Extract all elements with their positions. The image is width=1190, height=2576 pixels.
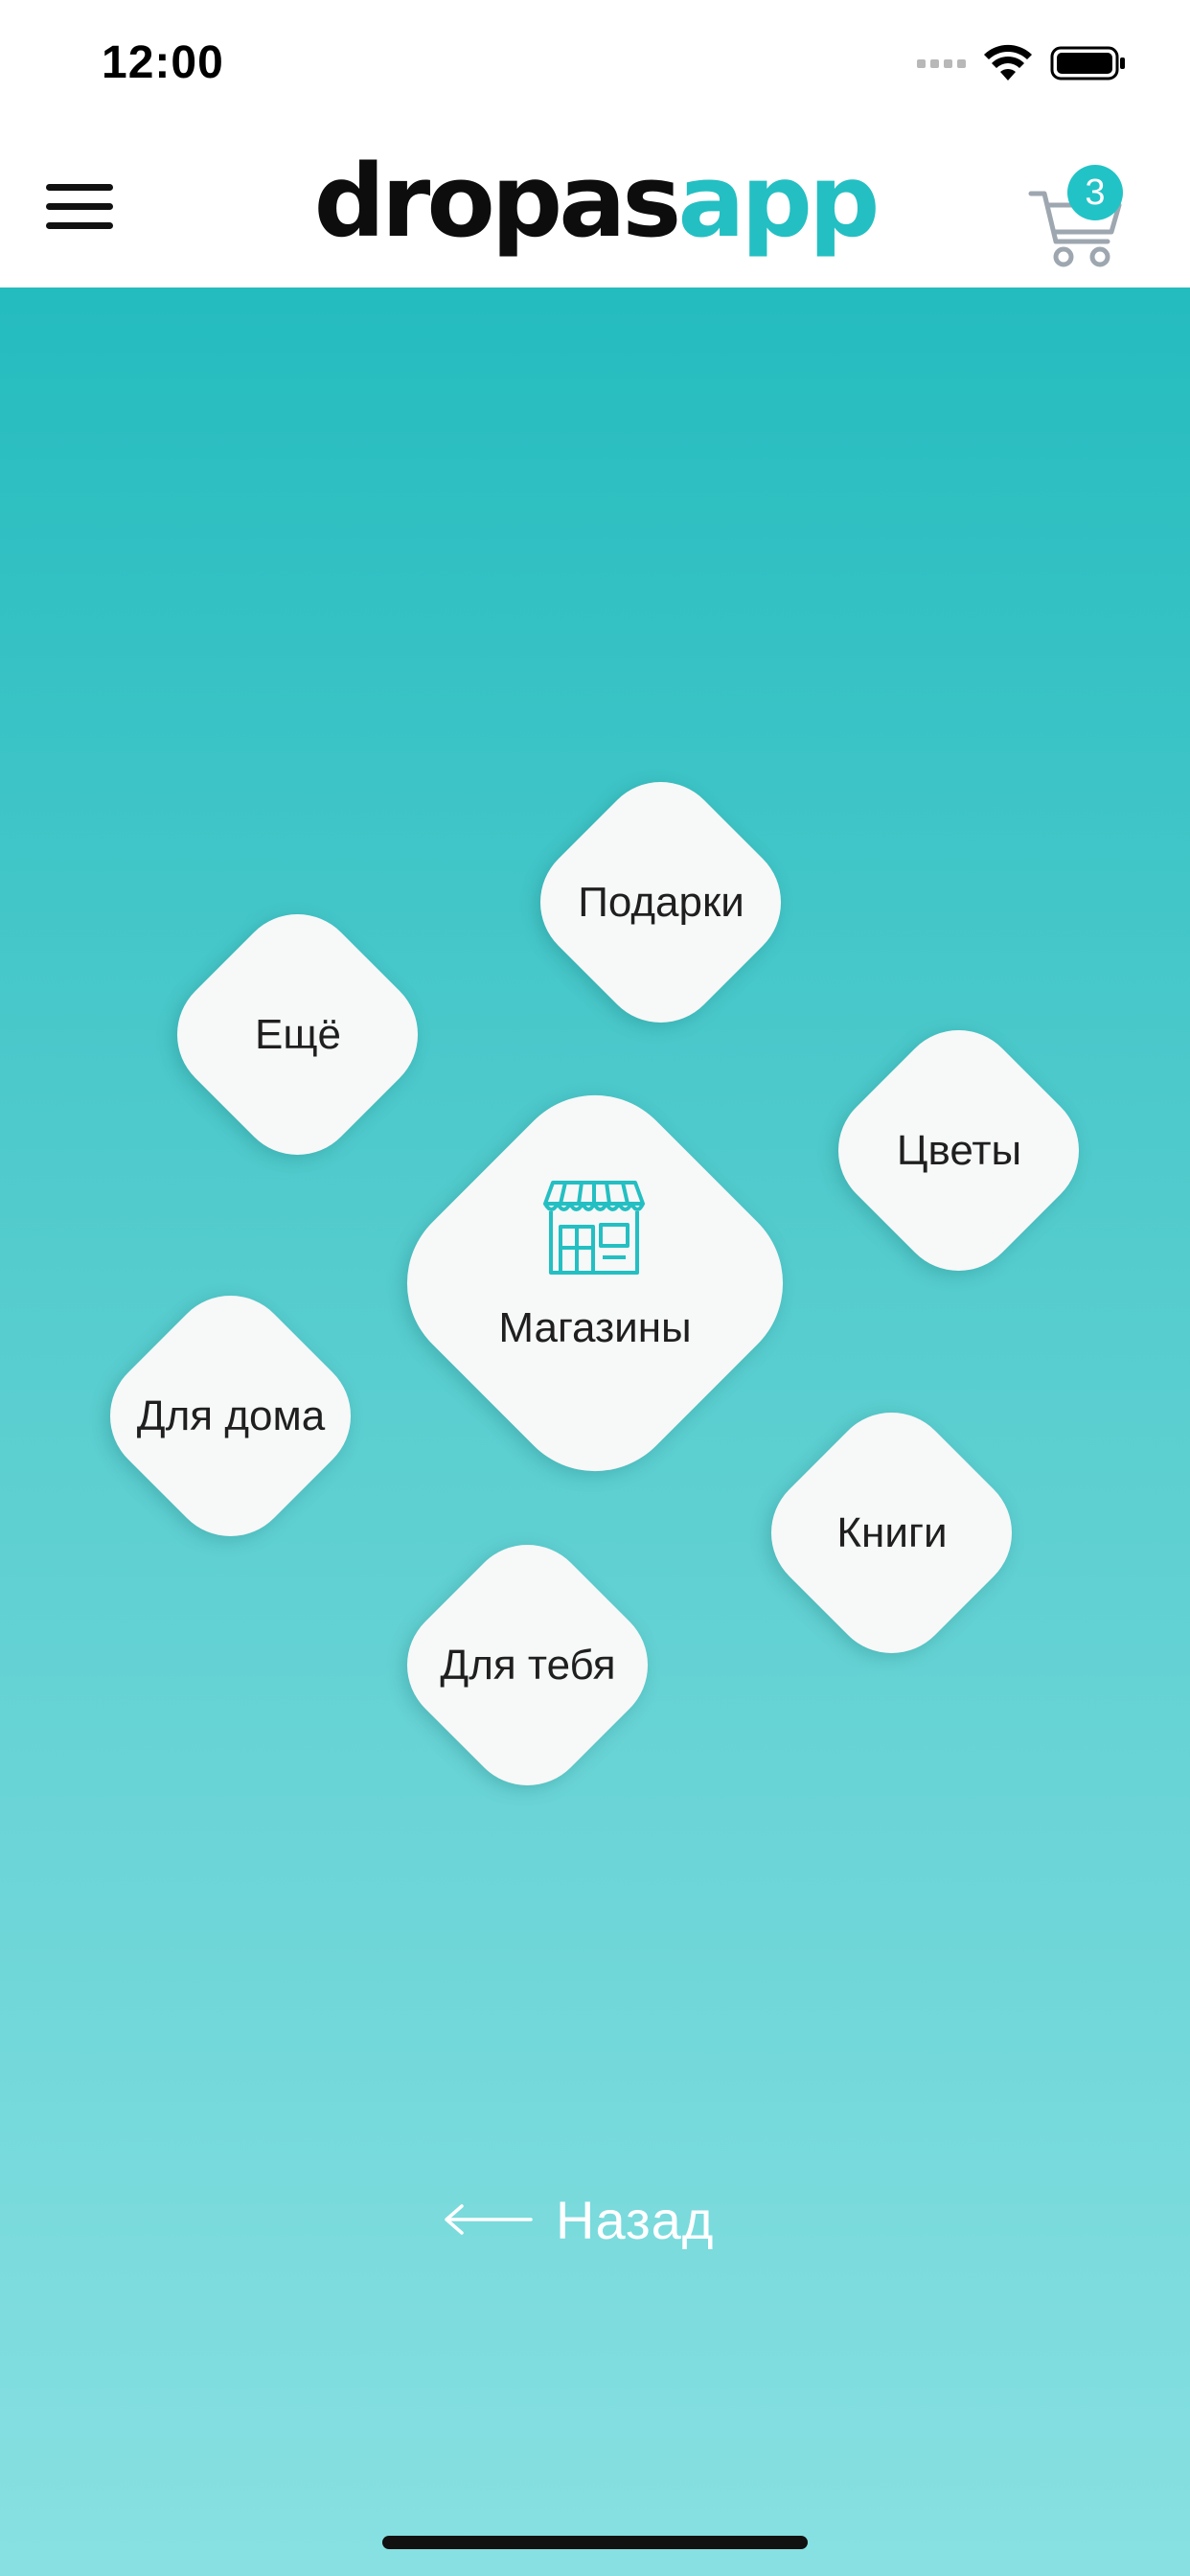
app-logo: dropasapp (0, 151, 1190, 251)
status-bar: 12:00 (0, 0, 1190, 126)
home-indicator[interactable] (382, 2536, 808, 2549)
logo-part-app: app (677, 143, 880, 260)
store-icon (543, 1181, 645, 1275)
logo-part-dropas: dropas (313, 143, 682, 260)
app-header: dropasapp 3 (0, 126, 1190, 288)
arrow-left-icon (445, 2204, 533, 2235)
wifi-icon (984, 44, 1032, 80)
status-icons (917, 42, 1127, 84)
back-button[interactable]: Назад (443, 2183, 714, 2256)
cart-count-badge: 3 (1067, 165, 1123, 220)
cellular-signal-icon (917, 58, 966, 68)
status-time: 12:00 (102, 37, 224, 88)
back-label: Назад (556, 2189, 715, 2250)
battery-icon (1050, 46, 1125, 80)
